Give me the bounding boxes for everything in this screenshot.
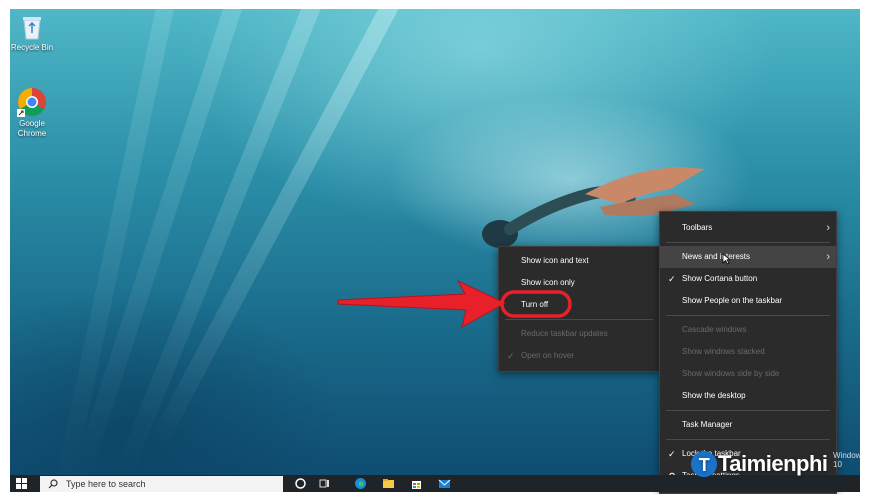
- task-view-icon[interactable]: [318, 477, 331, 490]
- edge-icon[interactable]: [354, 477, 367, 490]
- store-icon[interactable]: [410, 477, 423, 490]
- highlight-ring: [500, 290, 572, 318]
- red-arrow-annotation: [337, 279, 507, 328]
- search-icon: [48, 479, 58, 489]
- watermark-text: Taimienphi: [718, 451, 828, 477]
- activation-watermark: Windows 10: [833, 451, 866, 469]
- taimienphi-logo-icon: T: [691, 451, 717, 478]
- taimienphi-watermark: T Taimienphi: [690, 450, 828, 486]
- file-explorer-icon[interactable]: [382, 477, 395, 490]
- annotation-overlay: [337, 279, 572, 328]
- cortana-icon[interactable]: [294, 477, 307, 490]
- search-placeholder: Type here to search: [66, 479, 146, 489]
- windows-start-icon[interactable]: [15, 477, 28, 490]
- taskbar-search-box[interactable]: Type here to search: [40, 476, 283, 492]
- svg-text:T: T: [699, 455, 710, 475]
- mail-icon[interactable]: [438, 477, 451, 490]
